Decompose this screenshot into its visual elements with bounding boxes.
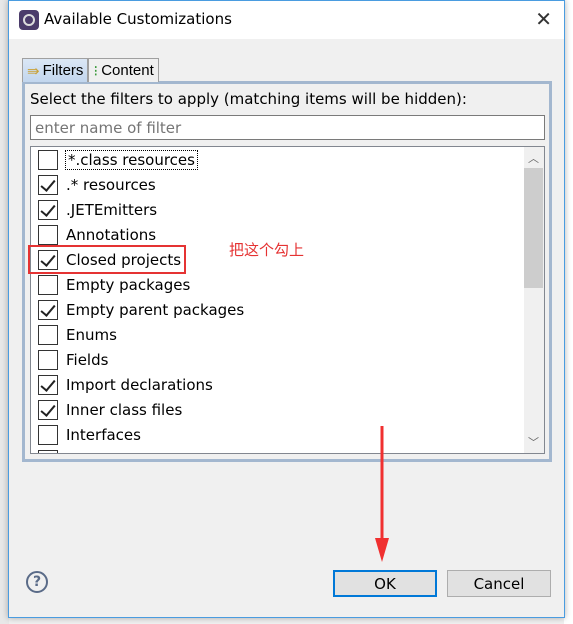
filter-label: Empty parent packages xyxy=(66,300,245,319)
checkbox[interactable] xyxy=(38,199,58,220)
checkbox[interactable] xyxy=(38,374,58,395)
filter-label: Empty packages xyxy=(66,275,191,294)
filter-item[interactable]: Empty packages xyxy=(31,272,190,297)
tab-content[interactable]: ⁝ Content xyxy=(88,58,159,82)
filter-label: .JETEmitters xyxy=(66,200,158,219)
close-icon[interactable]: ✕ xyxy=(535,7,552,31)
tab-label: Filters xyxy=(42,62,84,79)
checkbox[interactable] xyxy=(38,299,58,320)
filter-item[interactable]: .JETEmitters xyxy=(31,197,157,222)
dialog-title: Available Customizations xyxy=(44,10,232,28)
filter-item[interactable]: Enums xyxy=(31,322,117,347)
available-customizations-dialog: Available Customizations ✕ ⇛ Filters ⁝ Con… xyxy=(8,0,565,618)
filter-item[interactable]: Import declarations xyxy=(31,372,213,397)
filter-item[interactable]: Fields xyxy=(31,347,108,372)
filter-list: Interfaces Inner class files Import declar… xyxy=(30,146,545,454)
filter-label: Inner class files xyxy=(66,400,183,419)
cancel-button[interactable]: Cancel xyxy=(447,570,551,597)
instruction-label: Select the filters to apply (matching it… xyxy=(30,90,467,108)
checkbox[interactable] xyxy=(38,274,58,295)
filter-label: *.class resources xyxy=(65,149,198,170)
scrollbar-thumb[interactable] xyxy=(524,168,543,288)
tab-row: ⇛ Filters ⁝ Content xyxy=(22,58,159,82)
help-icon[interactable]: ? xyxy=(26,571,48,593)
filter-item-partial[interactable] xyxy=(31,447,66,453)
filter-label: Import declarations xyxy=(66,375,213,394)
filter-icon: ⇛ xyxy=(27,62,40,80)
checkbox[interactable] xyxy=(38,174,58,195)
filter-label: Interfaces xyxy=(66,425,141,444)
filter-item[interactable]: *.class resources xyxy=(31,147,198,172)
filter-item[interactable]: Inner class files xyxy=(31,397,182,422)
filter-label: Fields xyxy=(66,350,109,369)
scroll-up-icon[interactable]: ︿ xyxy=(528,150,539,166)
filter-item[interactable]: Empty parent packages xyxy=(31,297,244,322)
checkbox[interactable] xyxy=(38,399,58,420)
checkbox[interactable] xyxy=(38,424,58,445)
checkbox[interactable] xyxy=(38,324,58,345)
highlight-box xyxy=(28,245,186,274)
ok-button[interactable]: OK xyxy=(333,570,437,597)
scroll-down-icon[interactable]: ﹀ xyxy=(528,434,539,450)
filter-name-input[interactable] xyxy=(30,115,545,140)
tab-filters[interactable]: ⇛ Filters xyxy=(22,58,89,82)
filter-label: Enums xyxy=(66,325,117,344)
title-bar: Available Customizations ✕ xyxy=(9,1,564,39)
filter-label: .* resources xyxy=(66,175,156,194)
checkbox[interactable] xyxy=(38,149,58,170)
checkbox[interactable] xyxy=(38,349,58,370)
filter-item[interactable]: .* resources xyxy=(31,172,156,197)
annotation-text: 把这个勾上 xyxy=(229,241,305,259)
scrollbar[interactable]: ︿ ﹀ xyxy=(524,147,544,453)
filter-label: Annotations xyxy=(66,225,157,244)
filter-item[interactable]: Annotations xyxy=(31,222,156,247)
red-arrow-annotation xyxy=(375,426,389,562)
filter-item[interactable]: Interfaces xyxy=(31,422,141,447)
tab-label: Content xyxy=(101,62,154,79)
tree-icon: ⁝ xyxy=(93,62,99,80)
background-editor-right xyxy=(564,0,573,624)
checkbox[interactable] xyxy=(38,449,58,453)
eclipse-icon xyxy=(19,10,39,30)
checkbox[interactable] xyxy=(38,224,58,245)
